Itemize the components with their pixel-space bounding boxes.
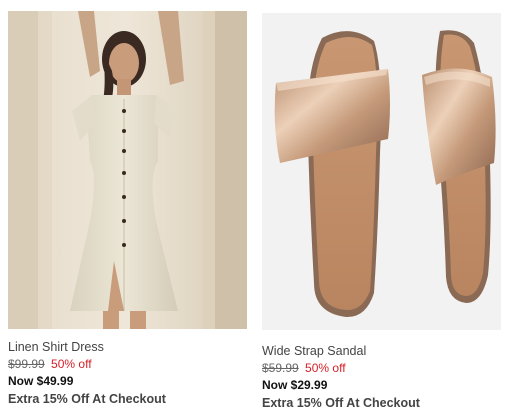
product-card[interactable]: Wide Strap Sandal $59.99 50% off Now $29… [262, 0, 501, 412]
product-info: Wide Strap Sandal $59.99 50% off Now $29… [262, 330, 501, 412]
price-row: $59.99 50% off [262, 360, 501, 376]
sale-price: Now $49.99 [8, 374, 74, 388]
product-image-wide-strap-sandal[interactable] [262, 13, 501, 330]
product-card[interactable]: Linen Shirt Dress $99.99 50% off Now $49… [8, 0, 247, 408]
promo-text: Extra 15% Off At Checkout [262, 396, 420, 410]
product-name[interactable]: Linen Shirt Dress [8, 338, 247, 356]
linen-shirt-dress-photo [8, 11, 247, 329]
original-price: $99.99 [8, 357, 45, 371]
wide-strap-sandal-photo [262, 13, 501, 330]
discount-badge: 50% off [305, 361, 346, 375]
discount-badge: 50% off [51, 357, 92, 371]
product-image-linen-shirt-dress[interactable] [8, 11, 247, 329]
product-name[interactable]: Wide Strap Sandal [262, 342, 501, 360]
price-row: $99.99 50% off [8, 356, 247, 372]
original-price: $59.99 [262, 361, 299, 375]
product-info: Linen Shirt Dress $99.99 50% off Now $49… [8, 329, 247, 408]
sale-price: Now $29.99 [262, 378, 328, 392]
promo-text: Extra 15% Off At Checkout [8, 392, 166, 406]
